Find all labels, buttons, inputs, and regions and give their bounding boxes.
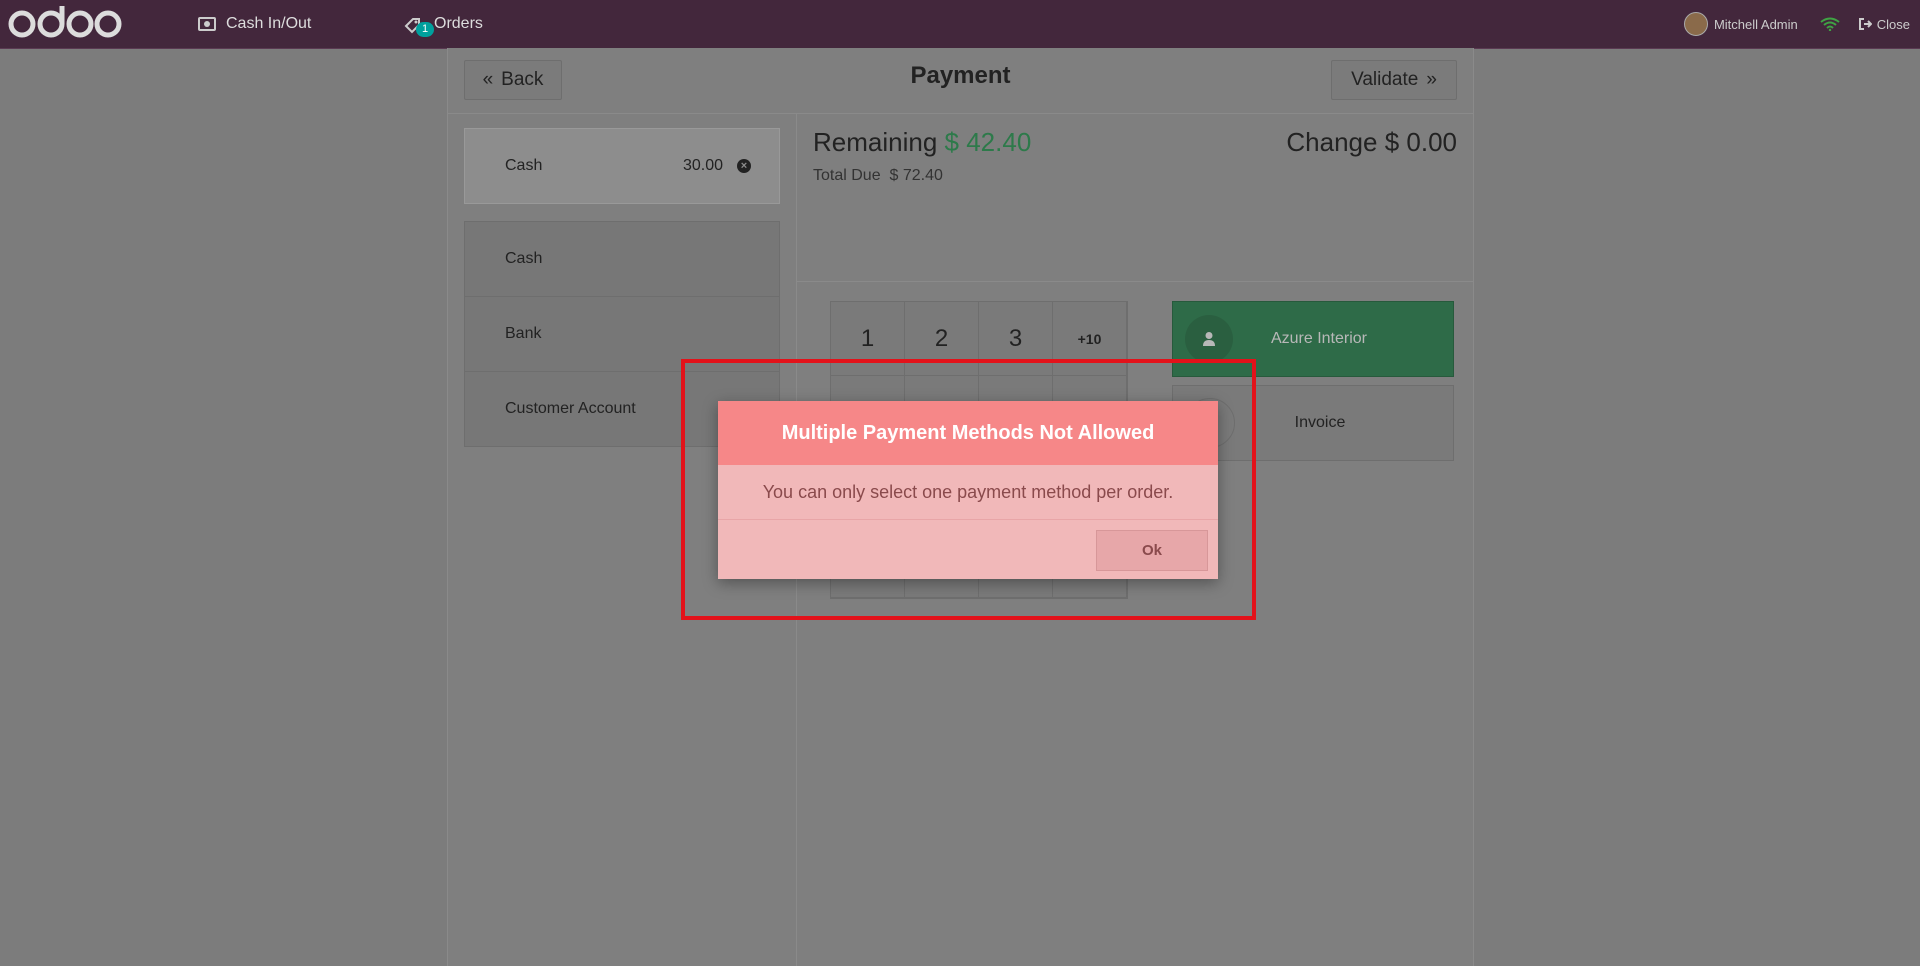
delete-payment-line-icon[interactable]: × [737,159,751,173]
cash-in-out-button[interactable]: Cash In/Out [198,0,311,48]
change-amount: Change $ 0.00 [1286,127,1457,158]
dialog-title: Multiple Payment Methods Not Allowed [718,401,1218,465]
validate-label: Validate [1351,69,1419,90]
sign-out-icon [1858,18,1872,30]
payment-status: Remaining $ 42.40 Change $ 0.00 Total Du… [797,113,1473,282]
total-due: Total Due $ 72.40 [813,167,943,185]
payment-method-cash[interactable]: Cash [465,222,779,297]
payment-header: « Back Payment Validate » [448,48,1473,114]
total-due-label: Total Due [813,167,881,184]
ok-button[interactable]: Ok [1096,530,1208,571]
remaining-value: $ 42.40 [944,127,1032,157]
top-bar: Cash In/Out 1 Orders Mitchell Admin Clos… [0,0,1920,49]
close-button[interactable]: Close [1858,17,1910,32]
close-label: Close [1876,16,1910,32]
dialog-message: You can only select one payment method p… [718,465,1218,520]
double-chevron-right-icon: » [1426,69,1437,90]
money-icon [198,17,216,31]
orders-button[interactable]: 1 Orders [404,0,483,48]
change-value: $ 0.00 [1384,127,1457,157]
remaining-label: Remaining [813,127,938,157]
total-due-value: $ 72.40 [889,167,943,184]
orders-count-badge: 1 [416,22,435,37]
orders-label: Orders [434,15,483,32]
user-icon [1185,315,1233,363]
user-menu[interactable]: Mitchell Admin [1683,12,1798,36]
odoo-logo [8,6,122,38]
user-name: Mitchell Admin [1713,16,1798,32]
remaining-amount: Remaining $ 42.40 [813,127,1031,158]
payment-line[interactable]: Cash 30.00 × [464,128,780,204]
cash-in-out-label: Cash In/Out [226,15,312,32]
error-dialog: Multiple Payment Methods Not Allowed You… [718,401,1218,579]
dialog-footer: Ok [718,520,1218,579]
avatar [1683,12,1708,36]
invoice-label: Invoice [1294,414,1346,431]
change-label: Change [1286,127,1378,157]
wifi-icon[interactable] [1820,17,1840,31]
customer-name: Azure Interior [1270,330,1368,347]
page-title: Payment [910,62,1011,89]
validate-button[interactable]: Validate » [1331,60,1457,100]
payment-line-method: Cash [505,157,543,174]
payment-line-amount: 30.00 [682,157,723,174]
